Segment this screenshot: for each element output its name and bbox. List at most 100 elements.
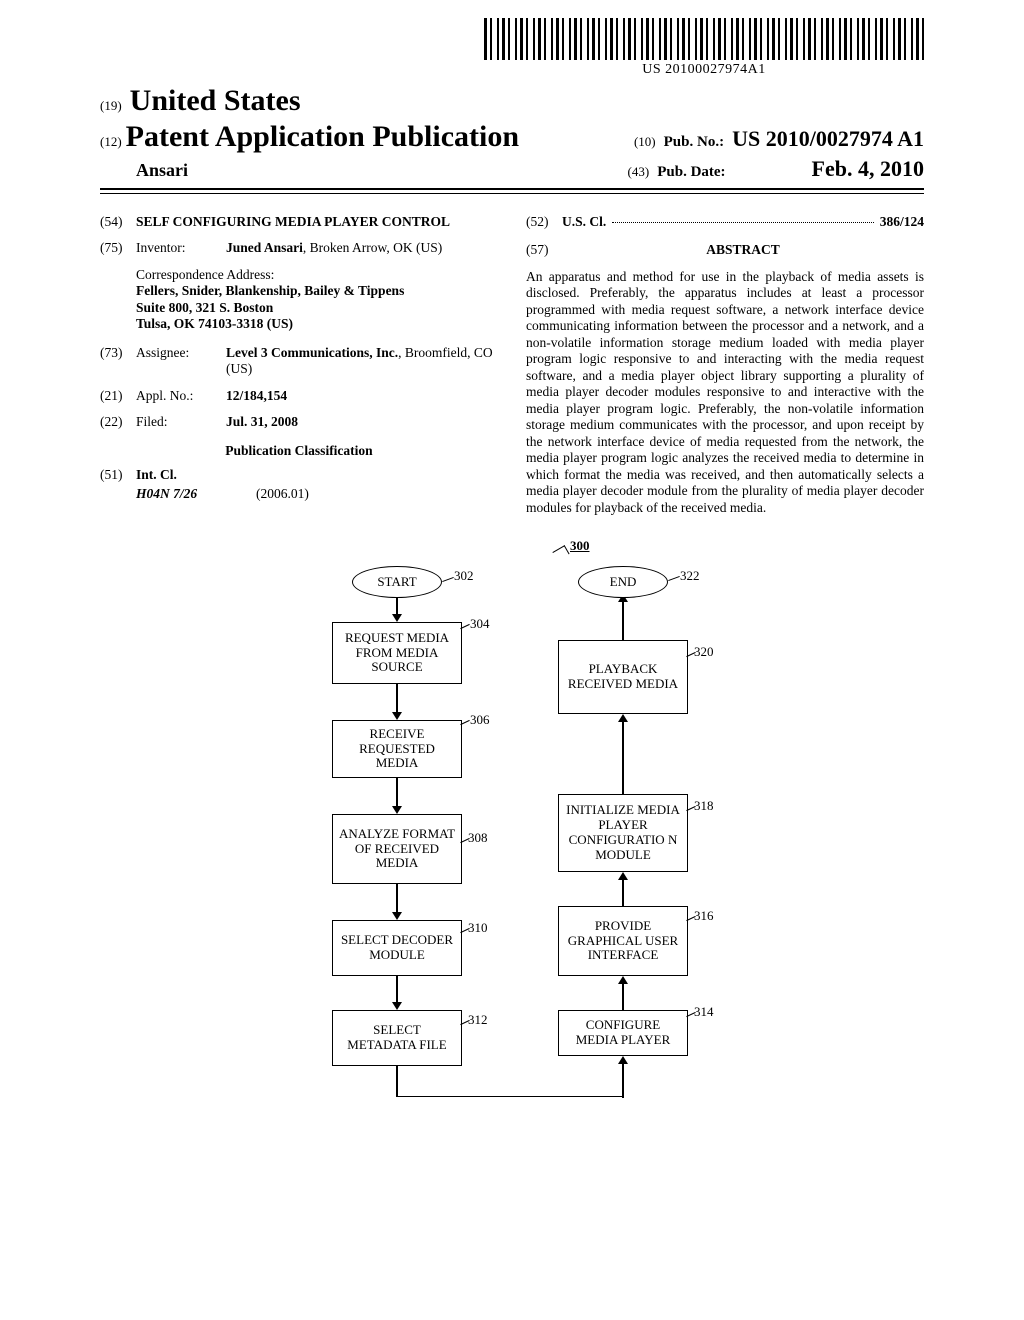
- arrowhead-312: [392, 1002, 402, 1010]
- arrowhead-310: [392, 912, 402, 920]
- field-inventor: (75) Inventor: Juned Ansari, Broken Arro…: [100, 240, 498, 256]
- fc-box-304: REQUEST MEDIA FROM MEDIA SOURCE: [332, 622, 462, 684]
- field-uscl: (52) U.S. Cl. 386/124: [526, 214, 924, 230]
- arrowhead-320-in: [618, 714, 628, 722]
- fc-box-304-text: REQUEST MEDIA FROM MEDIA SOURCE: [337, 631, 457, 676]
- uscl-value: 386/124: [880, 214, 924, 230]
- pub-class-heading: Publication Classification: [100, 443, 498, 459]
- assignee-name: Level 3 Communications, Inc.: [226, 345, 398, 360]
- fc-box-306-text: RECEIVE REQUESTED MEDIA: [337, 727, 457, 772]
- inventor-name: Juned Ansari: [226, 240, 303, 255]
- arrowhead-306: [392, 712, 402, 720]
- pub-no-value: US 2010/0027974 A1: [732, 126, 924, 152]
- filed-value: Jul. 31, 2008: [226, 414, 498, 430]
- arrow-318-320: [622, 720, 624, 794]
- fc-box-312-text: SELECT METADATA FILE: [337, 1023, 457, 1053]
- code-22: (22): [100, 414, 136, 430]
- leader-322: [668, 576, 680, 581]
- correspondence-name: Fellers, Snider, Blankenship, Bailey & T…: [136, 283, 498, 299]
- pub-date-label: Pub. Date:: [657, 164, 725, 181]
- conn-314-up: [622, 1062, 624, 1098]
- arrowhead-314-in: [618, 1056, 628, 1064]
- uscl-label: U.S. Cl.: [562, 214, 606, 230]
- arrow-306-308: [396, 778, 398, 808]
- fc-start: START: [352, 566, 442, 598]
- inventor-value: Juned Ansari, Broken Arrow, OK (US): [226, 240, 498, 256]
- code-10: (10): [634, 134, 656, 150]
- intcl-block: H04N 7/26 (2006.01): [136, 486, 498, 502]
- patent-title: SELF CONFIGURING MEDIA PLAYER CONTROL: [136, 214, 498, 230]
- code-54: (54): [100, 214, 136, 230]
- arrowhead-316-in: [618, 976, 628, 984]
- header-rule-thin: [100, 193, 924, 194]
- ref-308: 308: [468, 830, 488, 846]
- right-column: (52) U.S. Cl. 386/124 (57) ABSTRACT An a…: [526, 214, 924, 516]
- fc-box-316-text: PROVIDE GRAPHICAL USER INTERFACE: [563, 919, 683, 964]
- abstract-text: An apparatus and method for use in the p…: [526, 269, 924, 516]
- inventor-location: , Broken Arrow, OK (US): [303, 240, 442, 255]
- arrow-316-318: [622, 878, 624, 906]
- correspondence-label: Correspondence Address:: [136, 267, 498, 283]
- code-51: (51): [100, 467, 136, 483]
- arrow-310-312: [396, 976, 398, 1004]
- correspondence-addr2: Tulsa, OK 74103-3318 (US): [136, 316, 498, 332]
- fc-box-308: ANALYZE FORMAT OF RECEIVED MEDIA: [332, 814, 462, 884]
- ref-318: 318: [694, 798, 714, 814]
- arrowhead-304: [392, 614, 402, 622]
- correspondence-block: Correspondence Address: Fellers, Snider,…: [136, 267, 498, 333]
- field-title: (54) SELF CONFIGURING MEDIA PLAYER CONTR…: [100, 214, 498, 230]
- ref-322: 322: [680, 568, 700, 584]
- fc-box-318-text: INITIALIZE MEDIA PLAYER CONFIGURATIO N M…: [563, 803, 683, 863]
- fc-start-text: START: [377, 574, 416, 590]
- code-52: (52): [526, 214, 562, 230]
- flowchart: 300 START 302 REQUEST MEDIA FROM MEDIA S…: [232, 544, 792, 1184]
- code-73: (73): [100, 345, 136, 378]
- filed-label: Filed:: [136, 414, 226, 430]
- header-inventor-lastname: Ansari: [136, 160, 188, 181]
- conn-bottom-h: [396, 1096, 622, 1098]
- leader-302: [442, 577, 454, 582]
- fc-end: END: [578, 566, 668, 598]
- fc-box-314: CONFIGURE MEDIA PLAYER: [558, 1010, 688, 1056]
- code-43: (43): [628, 164, 650, 180]
- field-filed: (22) Filed: Jul. 31, 2008: [100, 414, 498, 430]
- fc-box-320-text: PLAYBACK RECEIVED MEDIA: [563, 662, 683, 692]
- code-19: (19): [100, 98, 122, 114]
- fc-box-318: INITIALIZE MEDIA PLAYER CONFIGURATIO N M…: [558, 794, 688, 872]
- code-57: (57): [526, 242, 562, 264]
- conn-312-down: [396, 1066, 398, 1096]
- left-column: (54) SELF CONFIGURING MEDIA PLAYER CONTR…: [100, 214, 498, 516]
- inventor-label: Inventor:: [136, 240, 226, 256]
- arrowhead-318-in: [618, 872, 628, 880]
- arrowhead-308: [392, 806, 402, 814]
- fc-box-310: SELECT DECODER MODULE: [332, 920, 462, 976]
- fc-box-310-text: SELECT DECODER MODULE: [337, 933, 457, 963]
- code-21: (21): [100, 388, 136, 404]
- intcl-label: Int. Cl.: [136, 467, 177, 483]
- correspondence-addr1: Suite 800, 321 S. Boston: [136, 300, 498, 316]
- ref-300-leader: [552, 545, 569, 561]
- pub-date-value: Feb. 4, 2010: [812, 156, 924, 182]
- publication-type: Patent Application Publication: [126, 120, 519, 153]
- ref-320: 320: [694, 644, 714, 660]
- ref-310: 310: [468, 920, 488, 936]
- pub-no-label: Pub. No.:: [664, 134, 724, 151]
- arrow-320-end: [622, 600, 624, 640]
- arrow-308-310: [396, 884, 398, 914]
- abstract-heading: ABSTRACT: [562, 242, 924, 258]
- barcode-block: US 20100027974A1: [484, 18, 924, 78]
- fc-box-320: PLAYBACK RECEIVED MEDIA: [558, 640, 688, 714]
- ref-314: 314: [694, 1004, 714, 1020]
- header-rule-thick: [100, 188, 924, 190]
- arrow-314-316: [622, 982, 624, 1010]
- appl-no-label: Appl. No.:: [136, 388, 226, 404]
- biblio-columns: (54) SELF CONFIGURING MEDIA PLAYER CONTR…: [100, 214, 924, 516]
- field-intcl: (51) Int. Cl.: [100, 467, 498, 483]
- fc-box-306: RECEIVE REQUESTED MEDIA: [332, 720, 462, 778]
- fc-box-308-text: ANALYZE FORMAT OF RECEIVED MEDIA: [337, 827, 457, 872]
- intcl-date: (2006.01): [256, 486, 309, 502]
- field-assignee: (73) Assignee: Level 3 Communications, I…: [100, 345, 498, 378]
- intcl-code: H04N 7/26: [136, 486, 256, 502]
- ref-312: 312: [468, 1012, 488, 1028]
- ref-300: 300: [570, 538, 590, 554]
